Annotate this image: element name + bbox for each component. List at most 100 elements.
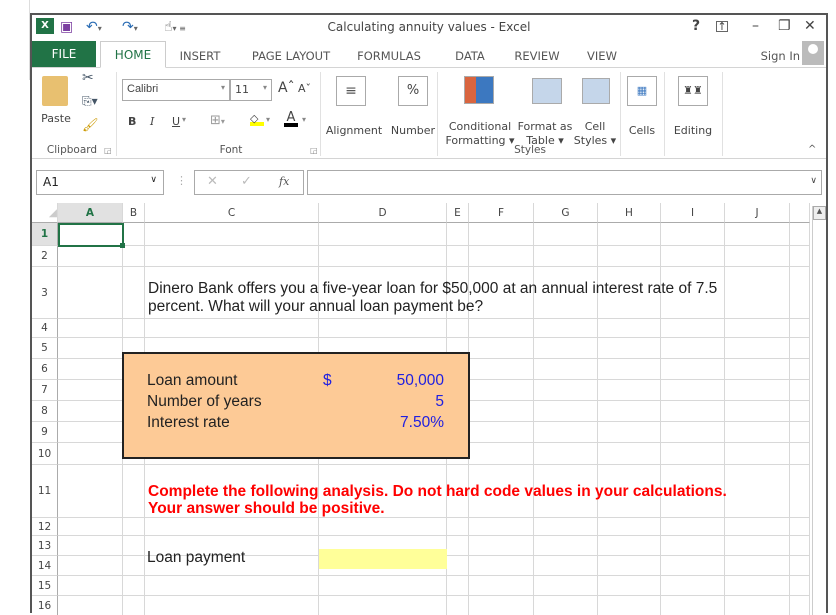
cell[interactable] <box>725 380 790 401</box>
cell[interactable] <box>661 596 725 615</box>
column-header[interactable]: E <box>447 203 469 223</box>
user-avatar-icon[interactable] <box>802 41 824 65</box>
cell[interactable] <box>319 223 447 246</box>
cell[interactable] <box>790 422 810 443</box>
cell[interactable] <box>447 518 469 536</box>
cell[interactable] <box>469 246 534 267</box>
cell[interactable] <box>790 518 810 536</box>
cell[interactable] <box>123 518 145 536</box>
row-header[interactable]: 1 <box>32 223 58 246</box>
row-header[interactable]: 16 <box>32 596 58 615</box>
cell[interactable] <box>469 576 534 596</box>
cell[interactable] <box>469 223 534 246</box>
cell[interactable] <box>469 359 534 380</box>
cell[interactable] <box>661 556 725 576</box>
row-header[interactable]: 9 <box>32 422 58 443</box>
cell[interactable] <box>534 246 598 267</box>
cell[interactable] <box>661 380 725 401</box>
cell[interactable] <box>598 556 661 576</box>
fill-color-icon[interactable]: ◇ <box>250 112 264 126</box>
cell[interactable] <box>534 223 598 246</box>
column-header[interactable] <box>790 203 810 223</box>
row-header[interactable]: 8 <box>32 401 58 422</box>
cell[interactable] <box>447 319 469 338</box>
cell[interactable] <box>661 401 725 422</box>
column-header[interactable]: G <box>534 203 598 223</box>
cell[interactable] <box>319 576 447 596</box>
cell[interactable] <box>661 223 725 246</box>
cell[interactable] <box>661 319 725 338</box>
cell[interactable] <box>534 359 598 380</box>
alignment-button[interactable]: Alignment <box>324 124 384 138</box>
cell[interactable] <box>598 223 661 246</box>
cell[interactable] <box>123 536 145 556</box>
cell[interactable] <box>447 246 469 267</box>
column-header[interactable]: B <box>123 203 145 223</box>
row-header[interactable]: 12 <box>32 518 58 536</box>
cell[interactable] <box>534 380 598 401</box>
cell[interactable] <box>469 596 534 615</box>
scroll-up-icon[interactable]: ▲ <box>813 206 826 220</box>
minimize-button[interactable]: – <box>752 18 759 34</box>
font-size-select[interactable]: 11 ▾ <box>230 79 272 101</box>
cell[interactable] <box>534 338 598 359</box>
tab-insert[interactable]: INSERT <box>172 45 228 67</box>
row-header[interactable]: 3 <box>32 267 58 319</box>
help-button[interactable]: ? <box>692 18 700 34</box>
cancel-icon[interactable]: ✕ <box>207 174 218 189</box>
cell[interactable] <box>447 556 469 576</box>
cell[interactable] <box>790 267 810 319</box>
cell[interactable] <box>790 359 810 380</box>
cell[interactable] <box>534 576 598 596</box>
tab-review[interactable]: REVIEW <box>510 45 564 67</box>
fill-handle[interactable] <box>120 243 125 248</box>
cell[interactable] <box>598 518 661 536</box>
row-header[interactable]: 7 <box>32 380 58 401</box>
cell[interactable] <box>123 246 145 267</box>
increase-font-icon[interactable]: Aˆ <box>278 80 295 96</box>
row-header[interactable]: 10 <box>32 443 58 465</box>
cell[interactable] <box>534 518 598 536</box>
cell[interactable] <box>725 267 790 319</box>
cell[interactable] <box>661 422 725 443</box>
cells-icon[interactable]: ▦ <box>627 76 657 106</box>
cell[interactable] <box>725 556 790 576</box>
restore-button[interactable]: ❐ <box>778 18 791 34</box>
tab-data[interactable]: DATA <box>450 45 490 67</box>
cell[interactable] <box>598 359 661 380</box>
cell[interactable] <box>58 422 123 443</box>
cell[interactable] <box>534 556 598 576</box>
cell[interactable] <box>661 359 725 380</box>
cell[interactable] <box>123 319 145 338</box>
cell[interactable] <box>58 267 123 319</box>
cell[interactable] <box>725 443 790 465</box>
cell[interactable] <box>598 380 661 401</box>
expand-formula-icon[interactable]: ∨ <box>810 176 817 186</box>
tab-home[interactable]: HOME <box>100 41 166 68</box>
cell[interactable] <box>790 338 810 359</box>
insert-function-icon[interactable]: fx <box>279 175 289 188</box>
cell[interactable] <box>469 443 534 465</box>
cell[interactable] <box>661 536 725 556</box>
cell[interactable] <box>598 338 661 359</box>
cell[interactable] <box>469 380 534 401</box>
cell[interactable] <box>598 246 661 267</box>
cell[interactable] <box>534 596 598 615</box>
cell[interactable] <box>725 536 790 556</box>
cell[interactable] <box>534 319 598 338</box>
column-header[interactable]: H <box>598 203 661 223</box>
cell[interactable] <box>534 443 598 465</box>
cell[interactable] <box>145 576 319 596</box>
cell[interactable] <box>58 401 123 422</box>
row-header[interactable]: 11 <box>32 465 58 518</box>
cell[interactable] <box>469 338 534 359</box>
cell[interactable] <box>725 422 790 443</box>
cell-styles-icon[interactable] <box>582 78 610 104</box>
cell[interactable] <box>790 536 810 556</box>
paste-icon[interactable] <box>42 76 68 106</box>
row-header[interactable]: 15 <box>32 576 58 596</box>
cell[interactable] <box>145 518 319 536</box>
fill-dropdown-icon[interactable]: ▾ <box>266 115 270 124</box>
sign-in-link[interactable]: Sign In <box>756 45 800 67</box>
cell[interactable] <box>123 556 145 576</box>
